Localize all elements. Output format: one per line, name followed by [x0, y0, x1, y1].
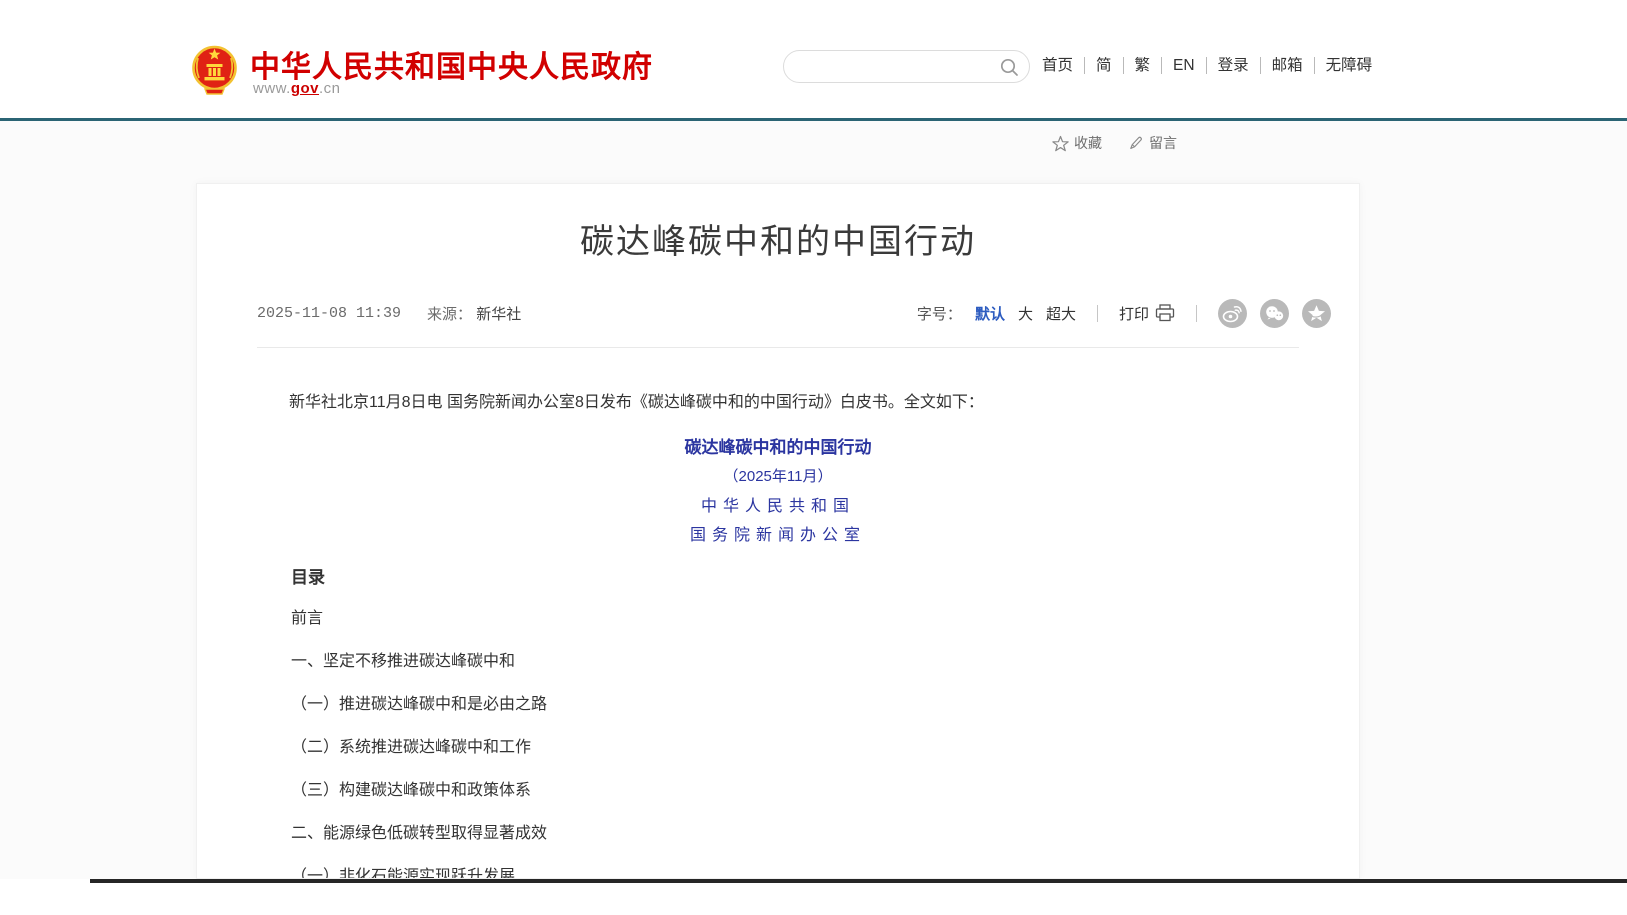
nav-link[interactable]: 简 [1084, 57, 1123, 74]
printer-icon [1155, 304, 1175, 322]
toc-item: （三）构建碳达峰碳中和政策体系 [291, 780, 1359, 802]
viewport-bottom-edge [90, 879, 1627, 883]
document-org-line1: 中华人民共和国 [197, 496, 1359, 517]
nav-link[interactable]: 无障碍 [1314, 57, 1384, 74]
source-label: 来源： [427, 306, 472, 323]
fontsize-xlarge-button[interactable]: 超大 [1046, 303, 1076, 324]
source: 来源： 新华社 [427, 303, 521, 324]
search-input[interactable] [784, 51, 1029, 82]
fontsize-default-button[interactable]: 默认 [975, 303, 1005, 324]
favorite-label: 收藏 [1074, 133, 1102, 153]
search-icon[interactable] [999, 57, 1020, 78]
article-meta-row: 2025-11-08 11:39 来源： 新华社 字号： 默认 大 超大 打印 [197, 298, 1359, 328]
toc-item: 二、能源绿色低碳转型取得显著成效 [291, 823, 1359, 845]
site-url-gov: gov [291, 80, 319, 97]
search-box [783, 50, 1030, 83]
nav-link[interactable]: 首页 [1042, 57, 1084, 74]
quick-actions-bar: 收藏 留言 [1052, 133, 1177, 153]
document-org-line2: 国务院新闻办公室 [197, 525, 1359, 546]
weibo-share-icon[interactable] [1218, 299, 1247, 328]
favorite-button[interactable]: 收藏 [1052, 133, 1102, 153]
toc-item: （一）推进碳达峰碳中和是必由之路 [291, 694, 1359, 716]
toc-item: （二）系统推进碳达峰碳中和工作 [291, 737, 1359, 759]
site-url-www: www. [253, 80, 291, 97]
article-title: 碳达峰碳中和的中国行动 [197, 220, 1359, 264]
print-button[interactable]: 打印 [1119, 303, 1175, 324]
meta-divider [257, 347, 1299, 348]
document-date: （2025年11月） [197, 466, 1359, 488]
publish-date: 2025-11-08 11:39 [257, 305, 401, 322]
article-meta-right: 字号： 默认 大 超大 打印 [917, 299, 1331, 328]
separator [1196, 305, 1197, 322]
source-name: 新华社 [476, 306, 521, 323]
toc-item: 一、坚定不移推进碳达峰碳中和 [291, 651, 1359, 673]
nav-link[interactable]: 登录 [1206, 57, 1260, 74]
nav-link[interactable]: EN [1161, 57, 1206, 74]
wechat-share-icon[interactable] [1260, 299, 1289, 328]
document-title: 碳达峰碳中和的中国行动 [197, 436, 1359, 460]
print-label: 打印 [1119, 303, 1149, 324]
article-lead: 新华社北京11月8日电 国务院新闻办公室8日发布《碳达峰碳中和的中国行动》白皮书… [257, 390, 1299, 416]
star-outline-icon [1052, 135, 1069, 152]
pencil-icon [1128, 135, 1144, 151]
message-button[interactable]: 留言 [1128, 133, 1177, 153]
article-meta-left: 2025-11-08 11:39 来源： 新华社 [257, 303, 521, 324]
toc-heading: 目录 [291, 566, 1359, 590]
top-nav: 首页简繁EN登录邮箱无障碍 [1042, 57, 1383, 74]
toc-item: （一）非化石能源实现跃升发展 [291, 866, 1359, 879]
qzone-star-share-icon[interactable] [1302, 299, 1331, 328]
nav-link[interactable]: 繁 [1123, 57, 1162, 74]
toc-item: 前言 [291, 608, 1359, 630]
site-header: 中华人民共和国中央人民政府 www.gov.cn 首页简繁EN登录邮箱无障碍 [0, 0, 1627, 118]
message-label: 留言 [1149, 133, 1177, 153]
site-url-cn: .cn [319, 80, 341, 97]
national-emblem-icon [191, 40, 238, 97]
table-of-contents: 前言一、坚定不移推进碳达峰碳中和 （一）推进碳达峰碳中和是必由之路 （二）系统推进碳… [291, 608, 1359, 879]
fontsize-large-button[interactable]: 大 [1018, 303, 1033, 324]
article-panel: 碳达峰碳中和的中国行动 2025-11-08 11:39 来源： 新华社 字号：… [196, 183, 1360, 879]
fontsize-label: 字号： [917, 303, 962, 324]
separator [1097, 305, 1098, 322]
nav-link[interactable]: 邮箱 [1260, 57, 1314, 74]
site-url: www.gov.cn [253, 80, 341, 97]
